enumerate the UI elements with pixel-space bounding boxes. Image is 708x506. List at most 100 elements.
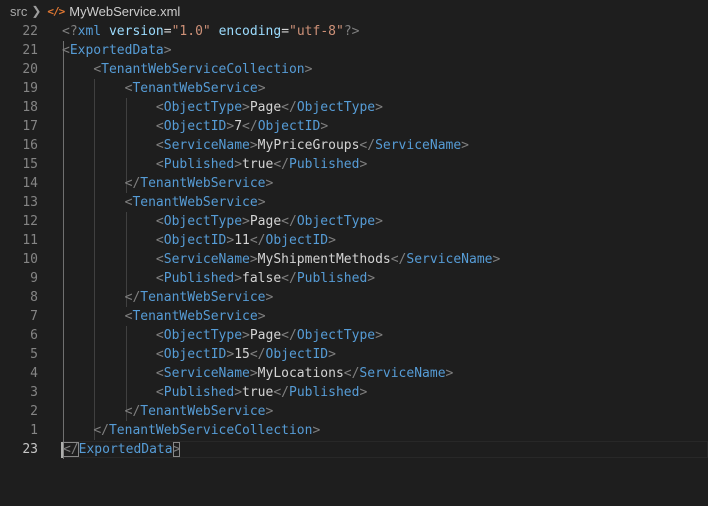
tag-bracket: > — [265, 290, 274, 305]
code-line[interactable]: </TenantWebService> — [62, 288, 274, 307]
tag-bracket: </ — [359, 138, 376, 153]
tag-bracket: > — [249, 138, 258, 153]
element-text: 7 — [234, 119, 243, 134]
code-line[interactable]: </TenantWebServiceCollection> — [62, 421, 320, 440]
tag-name: ObjectType — [163, 100, 243, 115]
tag-bracket: > — [234, 157, 243, 172]
code-area[interactable]: <?xml version="1.0" encoding="utf-8"?> <E… — [61, 22, 708, 506]
tag-bracket: </ — [281, 214, 297, 229]
tag-name: ObjectID — [163, 119, 227, 134]
tag-bracket: </ — [281, 328, 297, 343]
chevron-right-icon: ❯ — [31, 4, 42, 18]
code-line[interactable]: <Published>true</Published> — [62, 155, 367, 174]
code-line[interactable]: <ObjectID>11</ObjectID> — [62, 231, 336, 250]
attr-eq: = — [163, 24, 172, 39]
tag-bracket: > — [249, 366, 258, 381]
code-line[interactable]: <Published>true</Published> — [62, 383, 367, 402]
tag-name: TenantWebServiceCollection — [108, 423, 313, 438]
code-line[interactable]: <ObjectType>Page</ObjectType> — [62, 326, 383, 345]
code-line[interactable]: <TenantWebService> — [62, 79, 266, 98]
line-number: 12 — [22, 214, 38, 229]
tag-bracket: > — [359, 157, 368, 172]
xml-decl-name: xml — [77, 24, 102, 39]
code-line[interactable]: <ObjectID>7</ObjectID> — [62, 117, 328, 136]
tag-name: Published — [289, 157, 360, 172]
code-line[interactable]: <ObjectType>Page</ObjectType> — [62, 212, 383, 231]
code-line[interactable]: <ServiceName>MyLocations</ServiceName> — [62, 364, 453, 383]
tag-bracket: > — [375, 214, 383, 229]
tag-name: ObjectType — [296, 100, 376, 115]
tag-name: ObjectID — [163, 233, 227, 248]
tag-bracket: < — [62, 43, 70, 58]
xml-file-icon: </> — [47, 4, 65, 18]
line-number: 2 — [30, 404, 38, 419]
line-number: 18 — [22, 100, 38, 115]
line-number: 15 — [22, 157, 38, 172]
code-line[interactable]: <TenantWebService> — [62, 193, 266, 212]
code-line[interactable]: <TenantWebService> — [62, 307, 266, 326]
line-number: 9 — [30, 271, 38, 286]
tag-bracket: </ — [124, 404, 141, 419]
tag-bracket: > — [249, 252, 258, 267]
code-line[interactable]: <Published>false</Published> — [62, 269, 375, 288]
tag-bracket: </ — [63, 442, 79, 457]
tag-bracket: </ — [124, 176, 141, 191]
tag-name: ExportedData — [78, 442, 173, 457]
line-number-gutter: 22 21 20 19 18 17 16 15 14 13 12 11 10 9 8 7 6 5 4 3 2 1 23 — [0, 22, 62, 506]
tag-bracket: < — [155, 252, 164, 267]
breadcrumb-file[interactable]: MyWebService.xml — [69, 4, 180, 19]
tag-bracket: < — [155, 138, 164, 153]
tag-name: Published — [163, 157, 235, 172]
attr-value: "utf-8" — [289, 24, 344, 39]
code-line[interactable]: </ExportedData> — [61, 440, 181, 459]
element-text: true — [242, 385, 274, 400]
tag-name: ObjectID — [265, 233, 329, 248]
tag-name: TenantWebService — [132, 309, 258, 324]
code-line[interactable]: <ServiceName>MyShipmentMethods</ServiceN… — [62, 250, 500, 269]
tag-bracket: </ — [273, 385, 289, 400]
tag-name: TenantWebService — [132, 81, 258, 96]
tag-name: Published — [289, 385, 360, 400]
code-line[interactable]: <ExportedData> — [62, 41, 172, 60]
element-text: false — [242, 271, 282, 286]
tag-bracket: > — [320, 119, 329, 134]
code-editor[interactable]: 22 21 20 19 18 17 16 15 14 13 12 11 10 9 8 7 6 5 4 3 2 1 23 <?… — [0, 22, 708, 506]
tag-name: TenantWebService — [140, 176, 266, 191]
tag-bracket: > — [234, 271, 243, 286]
code-line[interactable]: <ObjectType>Page</ObjectType> — [62, 98, 383, 117]
tag-name: ServiceName — [359, 366, 446, 381]
breadcrumb-folder[interactable]: src — [0, 4, 27, 19]
element-text: Page — [249, 214, 282, 229]
tag-bracket: </ — [242, 119, 258, 134]
code-line[interactable]: </TenantWebService> — [62, 402, 274, 421]
code-line[interactable]: <TenantWebServiceCollection> — [62, 60, 312, 79]
code-line[interactable]: <ServiceName>MyPriceGroups</ServiceName> — [62, 136, 469, 155]
tag-bracket: > — [265, 404, 274, 419]
tag-name: ServiceName — [406, 252, 493, 267]
tag-bracket: > — [257, 81, 266, 96]
element-text: Page — [249, 328, 282, 343]
tag-bracket: < — [155, 328, 164, 343]
tag-bracket: </ — [281, 271, 297, 286]
tag-bracket: > — [242, 214, 250, 229]
tag-bracket: > — [359, 385, 368, 400]
tag-bracket: < — [155, 385, 164, 400]
tag-name: Published — [163, 271, 235, 286]
tag-name: Published — [163, 385, 235, 400]
element-text: MyLocations — [257, 366, 344, 381]
element-text: MyPriceGroups — [257, 138, 360, 153]
tag-bracket: </ — [93, 423, 109, 438]
xml-decl-close: ?> — [343, 24, 360, 39]
tag-bracket: < — [155, 214, 164, 229]
code-line[interactable]: </TenantWebService> — [62, 174, 274, 193]
line-number: 16 — [22, 138, 38, 153]
code-line[interactable]: <?xml version="1.0" encoding="utf-8"?> — [62, 22, 359, 41]
tag-name: ServiceName — [375, 138, 462, 153]
code-line[interactable]: <ObjectID>15</ObjectID> — [62, 345, 336, 364]
tag-name: Published — [296, 271, 368, 286]
tag-name: TenantWebService — [132, 195, 258, 210]
tag-bracket: </ — [124, 290, 141, 305]
tag-bracket: > — [242, 328, 250, 343]
line-number: 14 — [22, 176, 38, 191]
tag-bracket: < — [155, 271, 164, 286]
